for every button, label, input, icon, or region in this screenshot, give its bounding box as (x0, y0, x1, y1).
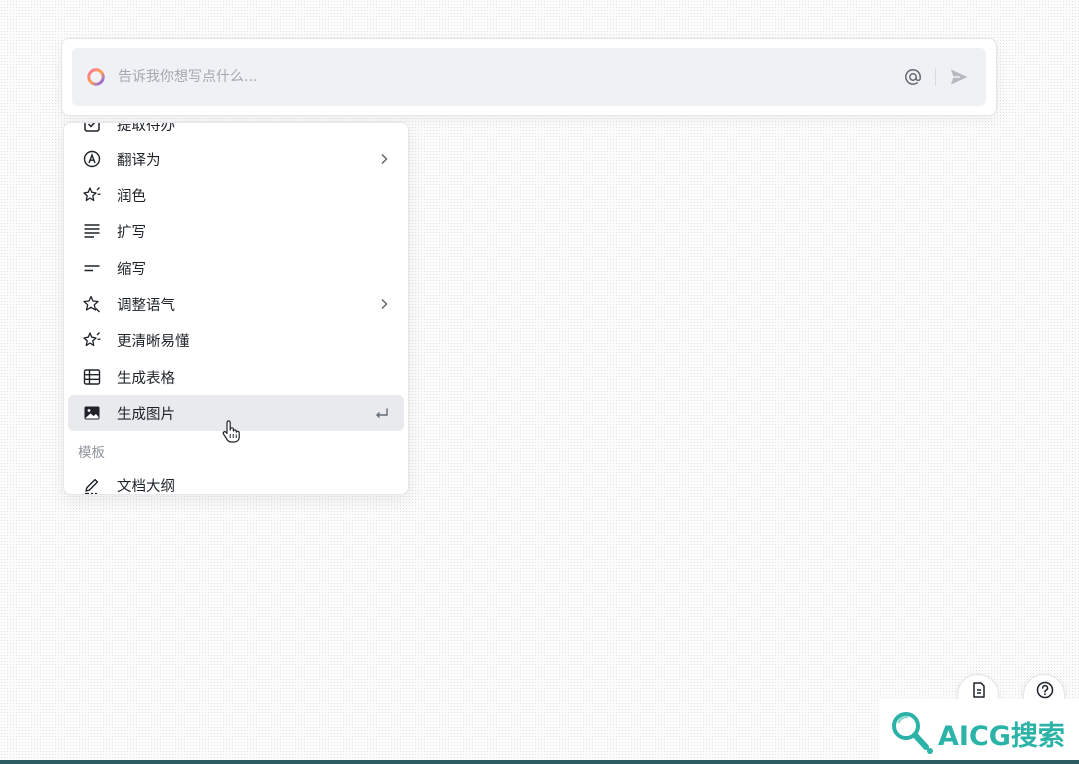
shorten-lines-icon (84, 265, 100, 272)
ai-prompt-box (72, 48, 986, 106)
mention-at-icon[interactable] (903, 67, 923, 87)
ai-prompt-card (61, 38, 997, 116)
clarify-sparkle-icon (83, 332, 101, 347)
menu-item-polish[interactable]: 润色 (68, 177, 404, 213)
menu-item-label: 文档大纲 (117, 478, 175, 495)
translate-icon (83, 150, 101, 168)
checkbox-icon (84, 123, 100, 132)
menu-item-label: 扩写 (117, 224, 146, 241)
send-icon[interactable] (948, 66, 970, 88)
menu-item-label: 生成图片 (117, 406, 175, 423)
menu-item-label: 翻译为 (117, 152, 161, 169)
watermark: AICG搜索 (880, 699, 1079, 760)
menu-item-translate[interactable]: 翻译为 (68, 141, 404, 177)
pen-icon (85, 478, 99, 494)
watermark-text: AICG搜索 (938, 721, 1065, 752)
sparkle-icon (83, 187, 101, 202)
chevron-right-icon (381, 153, 388, 165)
menu-item-label: 提取待办 (117, 122, 175, 134)
hand-pointer-cursor-icon (222, 420, 240, 443)
chevron-right-icon (381, 298, 388, 310)
menu-item-generate-table[interactable]: 生成表格 (68, 359, 404, 395)
ai-prompt-input[interactable] (118, 65, 903, 89)
menu-item-label: 缩写 (117, 261, 146, 278)
table-icon (83, 369, 101, 385)
image-icon (84, 406, 100, 420)
menu-item-label: 润色 (117, 188, 146, 205)
menu-section-templates: 模板 (78, 445, 105, 461)
menu-item-label: 调整语气 (117, 297, 175, 314)
toolbar-divider (935, 68, 936, 86)
menu-item-expand[interactable]: 扩写 (68, 213, 404, 249)
magnifier-logo-icon (892, 712, 933, 754)
expand-lines-icon (84, 224, 100, 238)
menu-item-label: 生成表格 (117, 370, 175, 387)
enter-key-icon (376, 408, 388, 418)
help-icon (1036, 681, 1054, 699)
menu-item-shorten[interactable]: 缩写 (68, 250, 404, 286)
ai-assistant-logo-icon (87, 68, 105, 86)
menu-item-label: 更清晰易懂 (117, 333, 190, 350)
tone-star-icon (83, 295, 100, 313)
menu-item-adjust-tone[interactable]: 调整语气 (68, 286, 404, 322)
document-icon (973, 682, 985, 698)
menu-item-document-outline[interactable]: 文档大纲 (68, 467, 404, 495)
menu-item-extract-todo[interactable]: 提取待办 (68, 122, 404, 142)
bottom-edge-bar (0, 760, 1079, 764)
menu-item-clarify[interactable]: 更清晰易懂 (68, 322, 404, 358)
